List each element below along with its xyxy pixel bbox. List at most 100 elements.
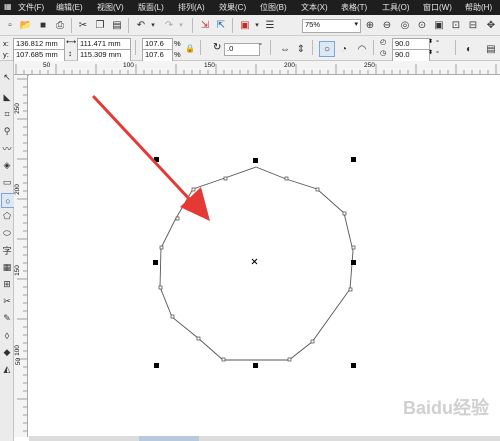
ruler-label: 100 <box>123 62 134 69</box>
chevron-down-icon[interactable]: ▾ <box>250 18 264 32</box>
menu-arrange[interactable]: 排列(A) <box>178 2 205 13</box>
separator <box>373 40 374 55</box>
annotation-arrow <box>92 95 210 221</box>
blend-tool-icon[interactable]: ✂ <box>1 295 13 308</box>
start-angle-value: 90.0 <box>395 39 410 48</box>
node[interactable] <box>348 287 353 292</box>
ellipse-mode-icon[interactable]: ○ <box>319 41 335 57</box>
resize-handle-se[interactable] <box>351 363 356 368</box>
mirror-vertical-icon[interactable]: ⇕ <box>294 42 308 56</box>
ruler-label: 200 <box>14 184 21 195</box>
zoom-all-icon[interactable]: ⊙ <box>415 18 429 32</box>
node[interactable] <box>159 245 164 250</box>
zoom-tool-icon[interactable]: ⚲ <box>1 125 13 138</box>
node[interactable] <box>196 336 201 341</box>
y-label: y: <box>3 50 9 59</box>
zoom-page-icon[interactable]: ▣ <box>432 18 446 32</box>
export-icon[interactable]: ⇱ <box>214 18 228 32</box>
basic-shapes-tool-icon[interactable]: ⬭ <box>1 227 13 240</box>
node[interactable] <box>175 216 180 221</box>
new-icon[interactable]: ▫ <box>3 18 17 32</box>
freehand-tool-icon[interactable]: 〰 <box>1 142 13 155</box>
paste-icon[interactable]: ▤ <box>110 18 124 32</box>
menu-view[interactable]: 视图(V) <box>97 2 124 13</box>
rotation-value: .0 <box>227 44 234 53</box>
save-icon[interactable]: ■ <box>36 18 50 32</box>
menu-window[interactable]: 窗口(W) <box>423 2 452 13</box>
node[interactable] <box>191 187 196 192</box>
zoom-selected-icon[interactable]: ◎ <box>398 18 412 32</box>
pick-tool-icon[interactable]: ↖ <box>1 71 13 84</box>
node[interactable] <box>223 176 228 181</box>
pan-icon[interactable]: ✥ <box>484 18 498 32</box>
polygon-tool-icon[interactable]: ⬠ <box>1 210 13 223</box>
menu-bitmaps[interactable]: 位图(B) <box>260 2 287 13</box>
node[interactable] <box>158 285 163 290</box>
percent-label: % <box>174 50 181 59</box>
cut-icon[interactable]: ✂ <box>76 18 90 32</box>
zoom-in-icon[interactable]: ⊕ <box>363 18 377 32</box>
chevron-down-icon[interactable]: ▾ <box>174 18 188 32</box>
node[interactable] <box>351 245 356 250</box>
arc-mode-icon[interactable]: ◠ <box>355 42 369 56</box>
resize-handle-s[interactable] <box>253 363 258 368</box>
crop-tool-icon[interactable]: ⌗ <box>1 108 13 121</box>
menu-help[interactable]: 帮助(H) <box>465 2 492 13</box>
direction-icon[interactable]: ◐ <box>462 42 476 56</box>
node[interactable] <box>342 211 347 216</box>
interactive-fill-tool-icon[interactable]: ◭ <box>1 363 13 376</box>
zoom-height-icon[interactable]: ⊟ <box>466 18 480 32</box>
import-icon[interactable]: ⇲ <box>198 18 212 32</box>
node[interactable] <box>315 187 320 192</box>
resize-handle-ne[interactable] <box>351 157 356 162</box>
center-marker[interactable] <box>251 258 258 265</box>
node[interactable] <box>287 357 292 362</box>
welcome-screen-icon[interactable]: ☰ <box>263 18 277 32</box>
node[interactable] <box>310 339 315 344</box>
ruler-horizontal: 50 100 150 200 250 <box>14 61 500 75</box>
shape-tool-icon[interactable]: ◣ <box>1 91 13 104</box>
outline-tool-icon[interactable]: ◊ <box>1 329 13 342</box>
resize-handle-w[interactable] <box>153 260 158 265</box>
fill-tool-icon[interactable]: ◆ <box>1 346 13 359</box>
table-tool-icon[interactable]: ▦ <box>1 261 13 274</box>
scrollbar-thumb[interactable] <box>139 436 199 441</box>
menu-text[interactable]: 文本(X) <box>301 2 328 13</box>
zoom-level-select[interactable]: 75% ▾ <box>302 19 361 33</box>
menu-effects[interactable]: 效果(C) <box>219 2 246 13</box>
node[interactable] <box>170 314 175 319</box>
zoom-width-icon[interactable]: ⊡ <box>449 18 463 32</box>
rotation-field[interactable]: .0 <box>224 43 260 56</box>
smart-fill-tool-icon[interactable]: ◈ <box>1 159 13 172</box>
spinner-icon[interactable]: ⬍ <box>428 38 433 45</box>
menu-table[interactable]: 表格(T) <box>341 2 367 13</box>
pie-mode-icon[interactable]: ◔ <box>337 42 351 56</box>
rectangle-tool-icon[interactable]: ▭ <box>1 176 13 189</box>
print-icon[interactable]: ⎙ <box>53 18 67 32</box>
eyedropper-tool-icon[interactable]: ✎ <box>1 312 13 325</box>
resize-handle-n[interactable] <box>253 158 258 163</box>
open-icon[interactable]: 📂 <box>19 18 33 32</box>
menu-edit[interactable]: 编辑(E) <box>56 2 83 13</box>
ellipse-tool-icon[interactable]: ○ <box>1 193 15 208</box>
chevron-down-icon[interactable]: ▾ <box>146 18 160 32</box>
app-icon[interactable]: ▦ <box>4 2 12 11</box>
zoom-out-icon[interactable]: ⊖ <box>380 18 394 32</box>
lock-ratio-icon[interactable]: 🔒 <box>185 44 195 53</box>
drawing-canvas[interactable]: Baidu经验 <box>29 76 500 441</box>
menu-tools[interactable]: 工具(O) <box>382 2 410 13</box>
dimension-tool-icon[interactable]: ⊞ <box>1 278 13 291</box>
copy-icon[interactable]: ❐ <box>93 18 107 32</box>
node[interactable] <box>284 176 289 181</box>
wrap-text-icon[interactable]: ▤ <box>484 42 498 56</box>
spinner-icon[interactable]: ⬍ <box>428 49 433 56</box>
menu-layout[interactable]: 版面(L) <box>138 2 164 13</box>
node[interactable] <box>221 357 226 362</box>
ruler-horizontal-ticks <box>15 64 497 74</box>
resize-handle-e[interactable] <box>351 260 356 265</box>
horizontal-scrollbar[interactable] <box>29 436 500 441</box>
resize-handle-sw[interactable] <box>154 363 159 368</box>
mirror-horizontal-icon[interactable]: ⇔ <box>278 42 292 56</box>
text-tool-icon[interactable]: 字 <box>1 244 13 257</box>
menu-file[interactable]: 文件(F) <box>18 2 44 13</box>
